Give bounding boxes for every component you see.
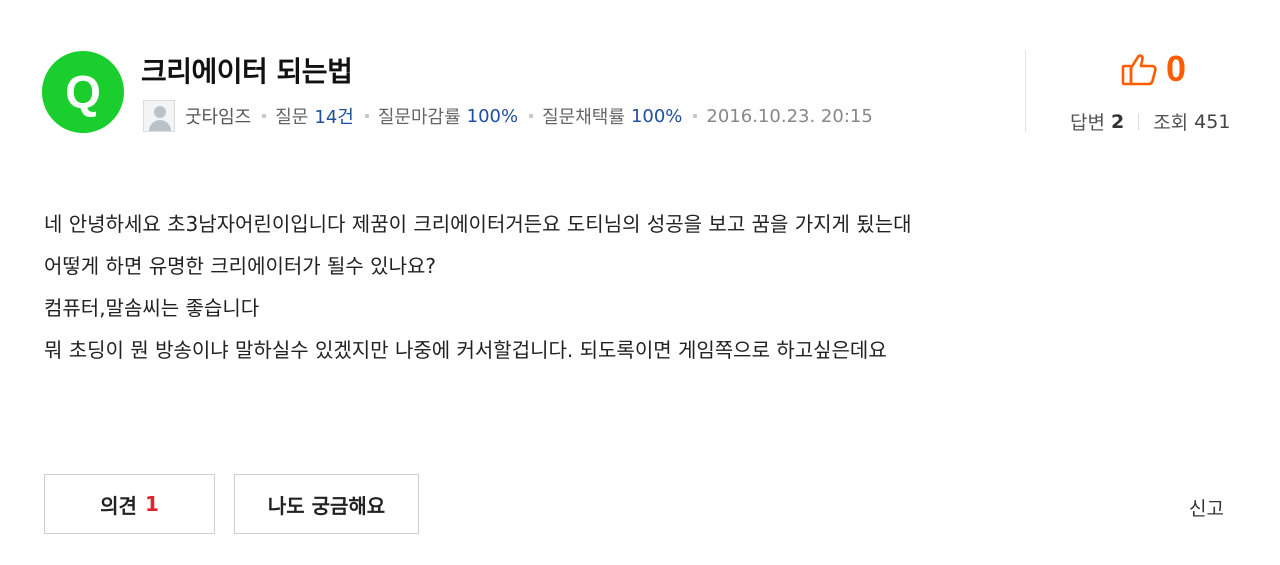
meta-separator — [693, 114, 698, 118]
like-count: 0 — [1166, 48, 1187, 89]
body-line: 네 안녕하세요 초3남자어린이입니다 제꿈이 크리에이터거든요 도티님의 성공을… — [44, 212, 912, 236]
meta-separator — [262, 114, 267, 118]
questions-count: 14건 — [314, 107, 354, 128]
opinion-count: 1 — [144, 492, 159, 516]
close-rate-label: 질문마감률 — [377, 107, 461, 128]
question-title: 크리에이터 되는법 — [141, 55, 353, 88]
question-body: 네 안녕하세요 초3남자어린이입니다 제꿈이 크리에이터거든요 도티님의 성공을… — [44, 203, 912, 371]
thumbs-up-icon — [1121, 54, 1157, 86]
default-avatar-icon[interactable] — [143, 100, 175, 132]
header-divider — [1025, 50, 1026, 133]
like-button[interactable]: 0 — [1120, 50, 1186, 88]
opinion-button[interactable]: 의견 1 — [44, 474, 215, 534]
meta-separator — [364, 114, 369, 118]
answer-view-stats: 답변 2 조회 451 — [1070, 108, 1230, 135]
me-too-curious-label: 나도 궁금해요 — [267, 493, 386, 518]
report-link[interactable]: 신고 — [1189, 494, 1224, 521]
author-name[interactable]: 굿타임즈 — [185, 103, 251, 129]
questions-label: 질문 — [275, 107, 309, 128]
question-meta: 굿타임즈 질문 14건 질문마감률 100% 질문채택률 100% 2016.1… — [143, 100, 873, 132]
meta-separator — [529, 114, 534, 118]
views-label: 조회 — [1153, 112, 1189, 134]
answers-label: 답변 — [1070, 112, 1105, 134]
me-too-curious-button[interactable]: 나도 궁금해요 — [234, 474, 419, 534]
post-date: 2016.10.23. 20:15 — [706, 105, 873, 127]
body-line: 어떻게 하면 유명한 크리에이터가 될수 있나요? — [44, 254, 437, 278]
body-line: 컴퓨터,말솜씨는 좋습니다 — [44, 296, 260, 320]
stats-divider — [1138, 113, 1140, 130]
body-line: 뭐 초딩이 뭔 방송이냐 말하실수 있겠지만 나중에 커서할겁니다. 되도록이면… — [44, 338, 887, 362]
question-badge-letter: Q — [65, 66, 101, 118]
views-count: 451 — [1194, 110, 1231, 133]
adopt-rate-label: 질문채택률 — [542, 107, 625, 128]
opinion-label: 의견 — [100, 493, 137, 518]
adopt-rate-value: 100% — [630, 105, 683, 127]
answers-count: 2 — [1110, 110, 1125, 133]
close-rate-value: 100% — [466, 105, 519, 127]
question-badge: Q — [42, 51, 124, 133]
